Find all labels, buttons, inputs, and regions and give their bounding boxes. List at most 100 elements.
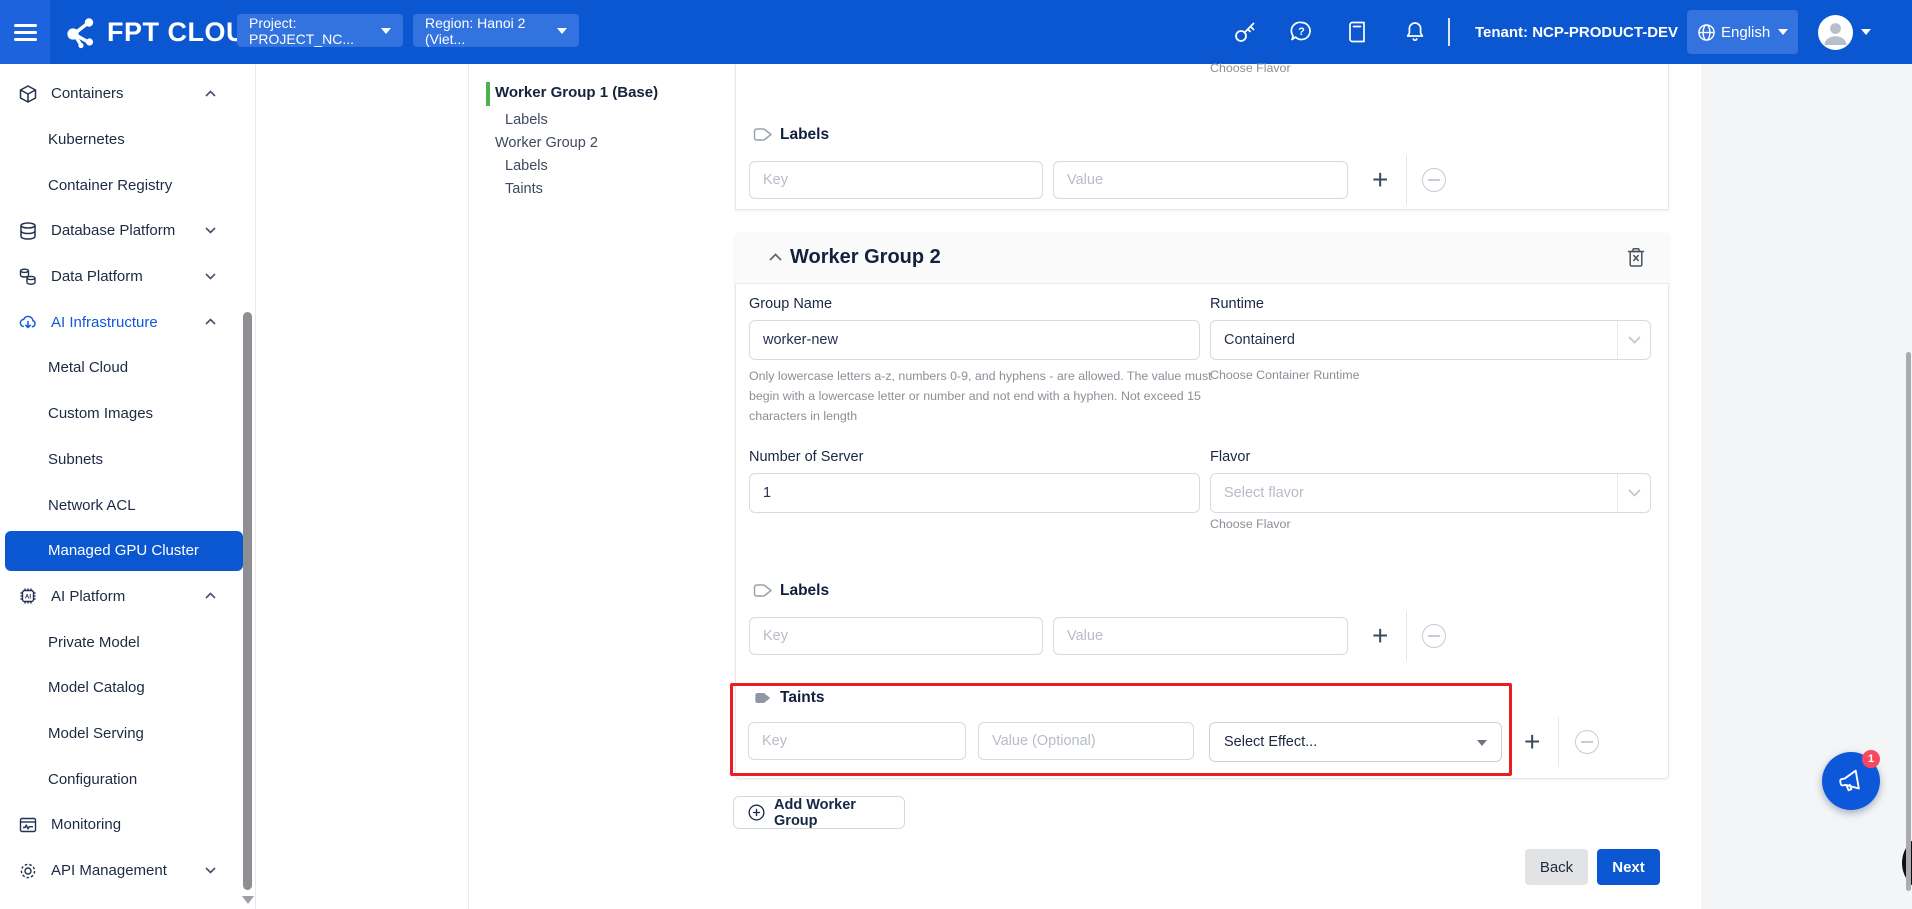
monitoring-icon [18, 815, 38, 835]
wg2-labels-value-input[interactable] [1053, 617, 1348, 655]
tenant-label: Tenant: NCP-PRODUCT-DEV [1475, 24, 1678, 41]
sidebar-item-label: Network ACL [48, 497, 136, 514]
labels-key-input[interactable] [749, 161, 1043, 199]
user-menu[interactable] [1818, 0, 1871, 64]
group-name-helper-text: Only lowercase letters a-z, numbers 0-9,… [749, 366, 1217, 426]
sidebar-item-label: Model Catalog [48, 679, 145, 696]
sidebar-item-subnets[interactable]: Subnets [0, 437, 256, 483]
divider [1406, 155, 1407, 205]
language-selector[interactable]: English [1687, 10, 1798, 54]
page-scrollbar-thumb[interactable] [1906, 352, 1911, 891]
taint-tag-icon [754, 691, 772, 705]
divider [1558, 717, 1559, 767]
page-background-strip [1701, 64, 1912, 909]
sidebar-item-api-management[interactable]: API Management [0, 848, 256, 894]
help-chat-icon[interactable]: ? [1288, 19, 1314, 45]
group-name-label: Group Name [749, 296, 832, 312]
sidebar-item-container-registry[interactable]: Container Registry [0, 162, 256, 208]
chevron-up-icon [205, 90, 216, 97]
add-label-button[interactable]: + [1372, 622, 1388, 650]
group-name-input[interactable] [749, 320, 1200, 360]
svg-text:?: ? [1298, 26, 1305, 38]
notifications-bell-icon[interactable] [1402, 19, 1428, 45]
sidebar-item-private-model[interactable]: Private Model [0, 619, 256, 665]
add-taint-button[interactable]: + [1524, 728, 1540, 756]
sidebar-scroll-down-arrow[interactable] [242, 896, 254, 904]
taints-key-input[interactable] [748, 722, 966, 760]
tenant-selector[interactable]: Tenant: NCP-PRODUCT-DEV [1475, 0, 1698, 64]
sidebar-item-label: Monitoring [51, 816, 121, 833]
flavor-select[interactable]: Select flavor [1210, 473, 1651, 513]
project-selector-label: Project: PROJECT_NC... [249, 15, 381, 47]
tree-item-labels-2[interactable]: Labels [505, 158, 548, 174]
remove-taint-button[interactable] [1575, 730, 1599, 754]
sidebar-item-database-platform[interactable]: Database Platform [0, 208, 256, 254]
sidebar-item-data-platform[interactable]: Data Platform [0, 254, 256, 300]
sidebar-item-configuration[interactable]: Configuration [0, 756, 256, 802]
number-of-server-input[interactable] [749, 473, 1200, 513]
add-label-button[interactable]: + [1372, 166, 1388, 194]
labels-value-input[interactable] [1053, 161, 1348, 199]
navbar-divider [1448, 18, 1450, 46]
sidebar-item-model-serving[interactable]: Model Serving [0, 711, 256, 757]
runtime-select[interactable]: Containerd [1210, 320, 1651, 360]
tree-item-worker-group-2[interactable]: Worker Group 2 [495, 135, 598, 151]
sidebar-item-kubernetes[interactable]: Kubernetes [0, 117, 256, 163]
circle-plus-icon [748, 803, 765, 822]
sidebar-item-ai-infrastructure[interactable]: AI Infrastructure [0, 299, 256, 345]
taints-effect-select[interactable]: Select Effect... [1209, 722, 1502, 762]
globe-icon [1697, 23, 1716, 42]
sidebar-item-model-catalog[interactable]: Model Catalog [0, 665, 256, 711]
wg2-labels-key-input[interactable] [749, 617, 1043, 655]
sidebar-item-label: Database Platform [51, 222, 175, 239]
sidebar-item-label: API Management [51, 862, 167, 879]
docs-book-icon[interactable] [1344, 19, 1370, 45]
sidebar-item-monitoring[interactable]: Monitoring [0, 802, 256, 848]
api-key-icon[interactable] [1232, 19, 1258, 45]
divider [1617, 474, 1618, 512]
box-icon [18, 84, 38, 104]
chevron-down-icon [205, 273, 216, 280]
sidebar-item-ai-platform[interactable]: AI AI Platform [0, 574, 256, 620]
tree-item-labels-1[interactable]: Labels [505, 112, 548, 128]
add-worker-group-button[interactable]: Add Worker Group [733, 796, 905, 829]
sidebar-item-custom-images[interactable]: Custom Images [0, 391, 256, 437]
hamburger-menu-button[interactable] [0, 0, 50, 64]
tree-item-worker-group-1[interactable]: Worker Group 1 (Base) [495, 84, 658, 101]
sidebar-item-managed-gpu-cluster[interactable]: Managed GPU Cluster [0, 528, 256, 574]
sidebar-item-label: Model Serving [48, 725, 144, 742]
svg-text:AI: AI [25, 594, 31, 601]
region-selector[interactable]: Region: Hanoi 2 (Viet... [413, 14, 579, 47]
remove-label-button[interactable] [1422, 168, 1446, 192]
chevron-down-icon [1861, 29, 1871, 35]
worker-group-2-title: Worker Group 2 [790, 246, 941, 269]
notification-badge: 1 [1862, 750, 1880, 768]
sidebar-item-network-acl[interactable]: Network ACL [0, 482, 256, 528]
back-button[interactable]: Back [1525, 849, 1588, 885]
flavor-helper-text: Choose Flavor [1210, 517, 1291, 531]
chevron-up-icon [205, 592, 216, 599]
remove-label-button[interactable] [1422, 624, 1446, 648]
chevron-up-icon [205, 318, 216, 325]
taints-value-input[interactable] [978, 722, 1194, 760]
runtime-select-value: Containerd [1211, 332, 1295, 348]
project-selector[interactable]: Project: PROJECT_NC... [237, 14, 403, 47]
divider [1406, 611, 1407, 661]
sidebar-item-containers[interactable]: Containers [0, 71, 256, 117]
sidebar-item-label: AI Infrastructure [51, 314, 158, 331]
next-button[interactable]: Next [1597, 849, 1660, 885]
delete-worker-group-icon[interactable] [1627, 247, 1645, 268]
brand-logo[interactable]: FPT CLOUD [64, 0, 266, 64]
taints-effect-value: Select Effect... [1210, 734, 1317, 750]
sidebar-item-label: Managed GPU Cluster [48, 542, 199, 559]
collapse-chevron-icon[interactable] [769, 253, 782, 261]
tag-icon [753, 583, 773, 598]
sidebar-scrollbar-thumb[interactable] [243, 312, 252, 890]
chevron-down-icon [1628, 336, 1641, 344]
sidebar-item-label: AI Platform [51, 588, 125, 605]
tree-item-taints[interactable]: Taints [505, 181, 543, 197]
sidebar-item-metal-cloud[interactable]: Metal Cloud [0, 345, 256, 391]
number-of-server-label: Number of Server [749, 449, 863, 465]
region-selector-label: Region: Hanoi 2 (Viet... [425, 15, 557, 47]
chevron-down-icon [1628, 489, 1641, 497]
